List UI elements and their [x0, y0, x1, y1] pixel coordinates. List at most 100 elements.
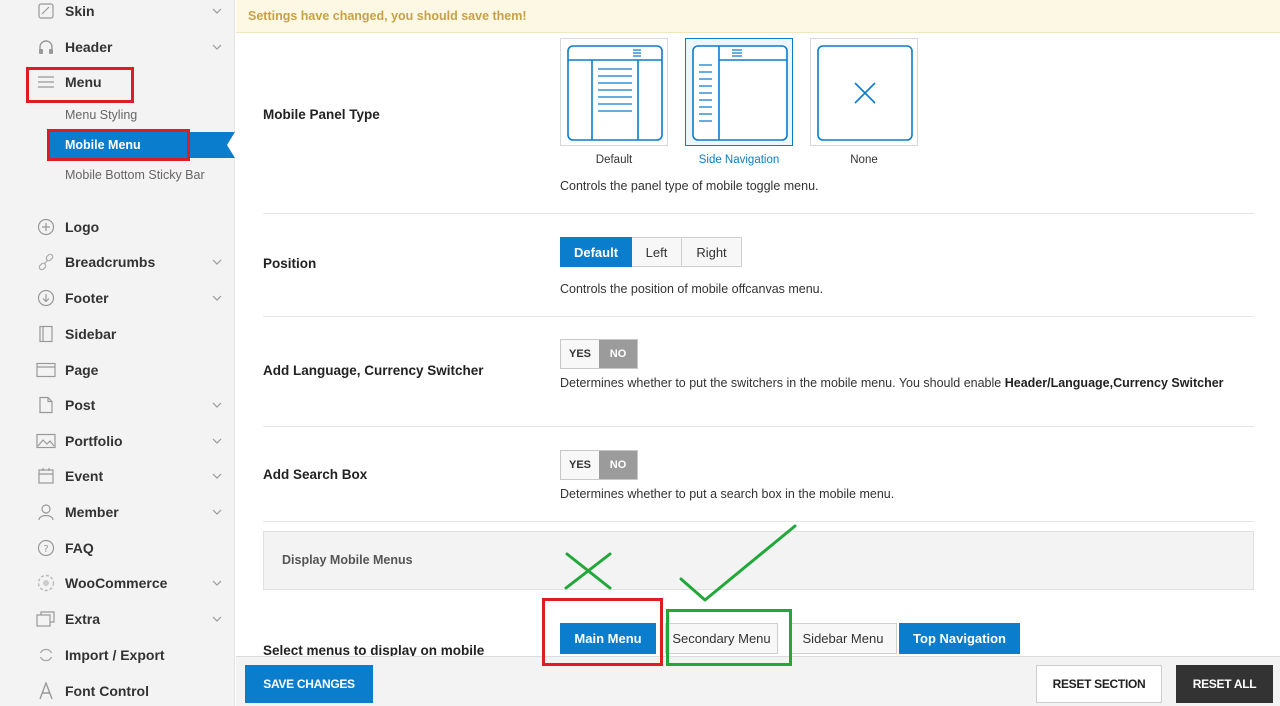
save-changes-button[interactable]: SAVE CHANGES — [245, 665, 373, 703]
divider — [263, 316, 1254, 317]
default-panel-icon — [567, 45, 663, 141]
sidebar-subitem-menu-styling[interactable]: Menu Styling — [0, 102, 235, 128]
sidebar-item-extra[interactable]: Extra — [0, 602, 235, 636]
annotation-red-box-menu — [26, 67, 134, 103]
chevron-down-icon — [211, 506, 223, 518]
chevron-down-icon — [211, 470, 223, 482]
sidebar-item-page[interactable]: Page — [0, 353, 235, 387]
sidebar: Skin Header Menu Menu Styling Mobile Men… — [0, 0, 235, 706]
position-button-group: Default Left Right — [560, 237, 742, 267]
sidebar-item-member[interactable]: Member — [0, 495, 235, 529]
sidebar-menu-button[interactable]: Sidebar Menu — [789, 623, 897, 654]
display-mobile-menus-title: Display Mobile Menus — [282, 553, 413, 567]
sidebar-item-portfolio[interactable]: Portfolio — [0, 424, 235, 458]
annotation-red-box-mobile-menu — [47, 129, 190, 161]
side-navigation-panel-icon — [692, 45, 788, 141]
sidebar-item-header[interactable]: Header — [0, 30, 235, 64]
sidebar-icon — [36, 324, 56, 344]
reset-section-button[interactable]: RESET SECTION — [1036, 665, 1162, 703]
sidebar-subitem-label: Mobile Bottom Sticky Bar — [65, 168, 205, 182]
svg-text:?: ? — [43, 544, 48, 555]
green-check-mark-icon — [679, 524, 797, 602]
sidebar-item-label: Import / Export — [65, 647, 165, 663]
chevron-down-icon — [211, 613, 223, 625]
font-icon — [36, 681, 56, 701]
panel-type-none-caption: None — [850, 154, 878, 166]
sidebar-item-sidebar[interactable]: Sidebar — [0, 317, 235, 351]
sidebar-item-font-control[interactable]: Font Control — [0, 674, 235, 706]
sidebar-item-faq[interactable]: ? FAQ — [0, 531, 235, 565]
sidebar-item-label: Footer — [65, 290, 109, 306]
sidebar-item-label: Portfolio — [65, 433, 123, 449]
page-icon — [36, 360, 56, 380]
sidebar-item-label: Member — [65, 504, 119, 520]
plus-circle-icon — [36, 217, 56, 237]
question-circle-icon: ? — [36, 538, 56, 558]
divider — [263, 426, 1254, 427]
sidebar-subitem-label: Menu Styling — [65, 108, 138, 122]
sidebar-item-label: Post — [65, 397, 96, 413]
sidebar-item-label: Sidebar — [65, 326, 117, 342]
brush-icon — [36, 1, 56, 21]
mobile-panel-type-label: Mobile Panel Type — [263, 107, 380, 122]
sidebar-item-label: FAQ — [65, 540, 94, 556]
sidebar-item-post[interactable]: Post — [0, 388, 235, 422]
green-cross-mark-icon — [564, 552, 612, 590]
link-icon — [36, 252, 56, 272]
panel-type-side-navigation-option[interactable] — [685, 38, 793, 146]
post-icon — [36, 395, 56, 415]
sidebar-item-label: Page — [65, 362, 99, 378]
sidebar-item-logo[interactable]: Logo — [0, 210, 235, 244]
sidebar-item-woocommerce[interactable]: WooCommerce — [0, 566, 235, 600]
annotation-green-box-secondary-menu — [666, 609, 792, 666]
annotation-red-box-main-menu — [542, 598, 663, 666]
language-currency-switcher-label: Add Language, Currency Switcher — [263, 363, 484, 378]
search-box-toggle[interactable]: YES NO — [560, 450, 638, 480]
sidebar-item-label: Header — [65, 39, 113, 55]
divider — [263, 213, 1254, 214]
image-icon — [36, 431, 56, 451]
chevron-down-icon — [211, 399, 223, 411]
close-icon — [817, 45, 913, 141]
sidebar-item-label: Event — [65, 468, 104, 484]
arrow-down-circle-icon — [36, 288, 56, 308]
unsaved-changes-notice: Settings have changed, you should save t… — [236, 0, 1280, 33]
toggle-no[interactable]: NO — [599, 340, 637, 368]
panel-type-none-option[interactable] — [810, 38, 918, 146]
sidebar-item-label: Logo — [65, 219, 100, 235]
toggle-yes[interactable]: YES — [561, 340, 599, 368]
chevron-down-icon — [211, 577, 223, 589]
search-box-label: Add Search Box — [263, 467, 368, 482]
woocommerce-icon — [36, 573, 56, 593]
panel-type-default-caption: Default — [595, 154, 633, 166]
user-icon — [36, 502, 56, 522]
panel-type-side-navigation-caption: Side Navigation — [698, 154, 780, 166]
chevron-down-icon — [211, 256, 223, 268]
position-label: Position — [263, 256, 317, 271]
sidebar-subitem-mobile-bottom-sticky-bar[interactable]: Mobile Bottom Sticky Bar — [0, 162, 235, 188]
panel-type-default-option[interactable] — [560, 38, 668, 146]
sidebar-item-breadcrumbs[interactable]: Breadcrumbs — [0, 245, 235, 279]
reset-all-button[interactable]: RESET ALL — [1176, 665, 1273, 703]
sidebar-item-label: Breadcrumbs — [65, 254, 156, 270]
sidebar-item-label: Font Control — [65, 683, 149, 699]
sync-icon — [36, 645, 56, 665]
toggle-yes[interactable]: YES — [561, 451, 599, 479]
layers-icon — [36, 609, 56, 629]
top-navigation-button[interactable]: Top Navigation — [899, 623, 1020, 654]
sidebar-item-footer[interactable]: Footer — [0, 281, 235, 315]
sidebar-item-import-export[interactable]: Import / Export — [0, 638, 235, 672]
sidebar-item-label: Extra — [65, 611, 101, 627]
headphones-icon — [36, 37, 56, 57]
sidebar-item-skin[interactable]: Skin — [0, 0, 235, 28]
position-left-button[interactable]: Left — [632, 237, 682, 267]
toggle-no[interactable]: NO — [599, 451, 637, 479]
position-default-button[interactable]: Default — [560, 237, 632, 267]
language-switcher-description-link: Header/Language,Currency Switcher — [1004, 376, 1224, 390]
position-right-button[interactable]: Right — [682, 237, 742, 267]
language-switcher-toggle[interactable]: YES NO — [560, 339, 638, 369]
chevron-down-icon — [211, 292, 223, 304]
position-description: Controls the position of mobile offcanva… — [560, 282, 824, 296]
chevron-down-icon — [211, 435, 223, 447]
sidebar-item-event[interactable]: Event — [0, 459, 235, 493]
